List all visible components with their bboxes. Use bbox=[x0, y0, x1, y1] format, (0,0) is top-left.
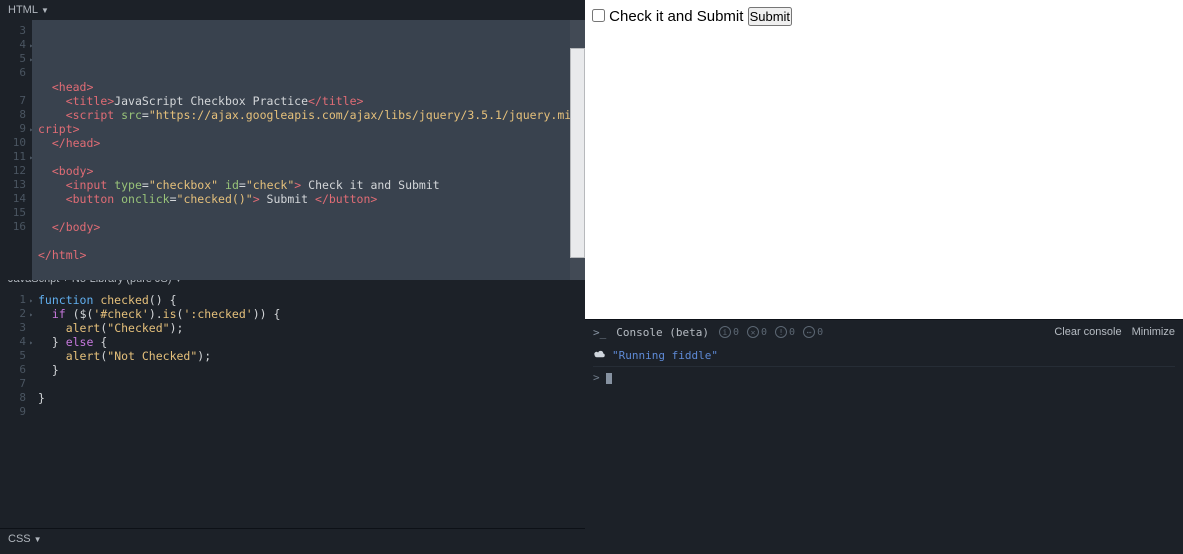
js-gutter: 1▸2▸34▸56789 bbox=[0, 289, 32, 528]
console-panel: >_ Console (beta) i0 ✕0 !0 ⋯0 Clear cons… bbox=[585, 319, 1183, 554]
vertical-scrollbar[interactable] bbox=[570, 20, 585, 280]
minimize-link[interactable]: Minimize bbox=[1132, 326, 1175, 338]
console-log-row: "Running fiddle" bbox=[593, 346, 1175, 367]
console-body: "Running fiddle" > bbox=[585, 344, 1183, 554]
html-panel-header[interactable]: HTML ▼ bbox=[0, 0, 585, 20]
clear-console-link[interactable]: Clear console bbox=[1054, 326, 1121, 338]
html-gutter: 34▸5▸6789▸1011▸1213141516 bbox=[0, 20, 32, 280]
text-cursor bbox=[606, 373, 612, 384]
prompt-chevron-icon: > bbox=[593, 367, 600, 389]
css-panel-label: CSS bbox=[8, 533, 31, 545]
console-input-row[interactable]: > bbox=[593, 367, 1175, 389]
console-header: >_ Console (beta) i0 ✕0 !0 ⋯0 Clear cons… bbox=[585, 320, 1183, 344]
html-panel-label: HTML bbox=[8, 4, 38, 16]
right-output-column: Check it and Submit Submit >_ Console (b… bbox=[585, 0, 1183, 554]
cloud-icon bbox=[593, 346, 606, 366]
console-badges: i0 ✕0 !0 ⋯0 bbox=[719, 326, 823, 338]
scroll-thumb[interactable] bbox=[570, 48, 585, 258]
html-code-area[interactable]: <head> <title>JavaScript Checkbox Practi… bbox=[32, 20, 585, 280]
info-badge[interactable]: i0 bbox=[719, 326, 739, 338]
console-prompt-icon: >_ bbox=[593, 326, 606, 339]
preview-checkbox[interactable] bbox=[592, 9, 605, 22]
console-title: Console (beta) bbox=[616, 326, 709, 339]
debug-badge[interactable]: ⋯0 bbox=[803, 326, 823, 338]
js-panel: JavaScript + No-Library (pure JS) ▼ 1▸2▸… bbox=[0, 268, 585, 528]
js-code-area[interactable]: function checked() { if ($('#check').is(… bbox=[32, 289, 585, 528]
preview-pane: Check it and Submit Submit bbox=[585, 0, 1183, 319]
dropdown-icon: ▼ bbox=[34, 535, 42, 544]
warn-badge[interactable]: !0 bbox=[775, 326, 795, 338]
error-badge[interactable]: ✕0 bbox=[747, 326, 767, 338]
js-editor[interactable]: 1▸2▸34▸56789 function checked() { if ($(… bbox=[0, 289, 585, 528]
html-panel: HTML ▼ 34▸5▸6789▸1011▸1213141516 <head> … bbox=[0, 0, 585, 268]
dropdown-icon: ▼ bbox=[41, 6, 49, 15]
preview-checkbox-label: Check it and Submit bbox=[609, 8, 743, 25]
console-log-message: "Running fiddle" bbox=[612, 346, 718, 366]
css-panel: CSS ▼ bbox=[0, 528, 585, 554]
html-editor[interactable]: 34▸5▸6789▸1011▸1213141516 <head> <title>… bbox=[0, 20, 585, 280]
css-panel-header[interactable]: CSS ▼ bbox=[0, 529, 585, 549]
preview-submit-button[interactable]: Submit bbox=[748, 7, 792, 26]
left-editor-column: HTML ▼ 34▸5▸6789▸1011▸1213141516 <head> … bbox=[0, 0, 585, 554]
